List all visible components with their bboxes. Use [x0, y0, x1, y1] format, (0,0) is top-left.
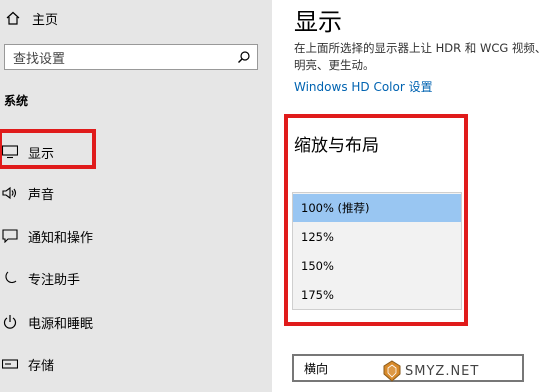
display-highlight-box: [0, 129, 96, 169]
home-icon: [6, 11, 20, 25]
scale-highlight-box: [284, 114, 468, 326]
windows-hd-color-link[interactable]: Windows HD Color 设置: [294, 78, 433, 95]
sidebar-item-label: 通知和操作: [28, 230, 94, 246]
sidebar-item-label: 电源和睡眠: [28, 316, 94, 332]
settings-sidebar: 主页 查找设置 系统 显示 声音 通知和操作 专注助手 电源和睡眠 存储: [0, 0, 272, 392]
hdr-description: 在上面所选择的显示器上让 HDR 和 WCG 视频、明亮、更生动。: [294, 41, 547, 72]
sidebar-item-notifications[interactable]: 通知和操作: [0, 225, 272, 247]
notification-icon: [0, 226, 20, 246]
search-icon[interactable]: [231, 44, 257, 70]
home-nav-item[interactable]: 主页: [6, 9, 59, 28]
settings-search-input[interactable]: 查找设置: [4, 44, 258, 70]
power-icon: [0, 312, 20, 332]
watermark-text: SMYZ.NET: [405, 364, 480, 379]
sidebar-item-power-sleep[interactable]: 电源和睡眠: [0, 311, 272, 333]
home-label: 主页: [32, 12, 59, 28]
sidebar-item-label: 存储: [28, 358, 55, 374]
speaker-icon: [0, 183, 20, 203]
search-placeholder: 查找设置: [13, 51, 66, 67]
sidebar-item-label: 声音: [28, 187, 55, 203]
sidebar-item-focus-assist[interactable]: 专注助手: [0, 267, 272, 289]
watermark-logo-icon: [383, 360, 401, 382]
storage-icon: [0, 354, 20, 374]
display-settings-pane: 显示 在上面所选择的显示器上让 HDR 和 WCG 视频、明亮、更生动。 Win…: [272, 0, 553, 392]
page-title: 显示: [294, 8, 342, 36]
moon-icon: [0, 268, 20, 288]
sidebar-item-label: 专注助手: [28, 272, 81, 288]
system-section-heading: 系统: [4, 94, 29, 108]
sidebar-item-storage[interactable]: 存储: [0, 353, 272, 375]
sidebar-item-sound[interactable]: 声音: [0, 182, 272, 204]
